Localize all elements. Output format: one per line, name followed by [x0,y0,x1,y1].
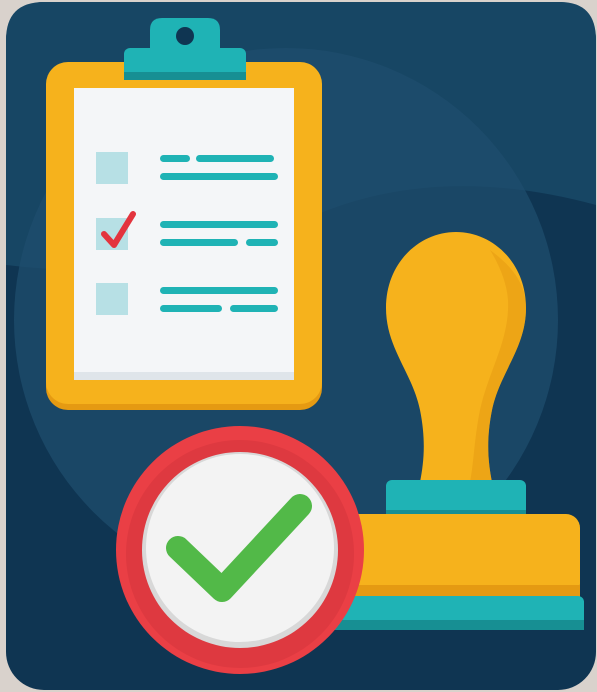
approval-checklist-illustration [0,0,597,692]
clipboard-paper-fold [74,372,294,380]
clipboard-icon [46,18,322,410]
illustration-stage [0,0,597,692]
checkbox-empty-icon [96,152,128,184]
approved-check-badge-icon [116,426,364,674]
checkbox-empty-icon [96,283,128,315]
clip-hole [176,27,194,45]
